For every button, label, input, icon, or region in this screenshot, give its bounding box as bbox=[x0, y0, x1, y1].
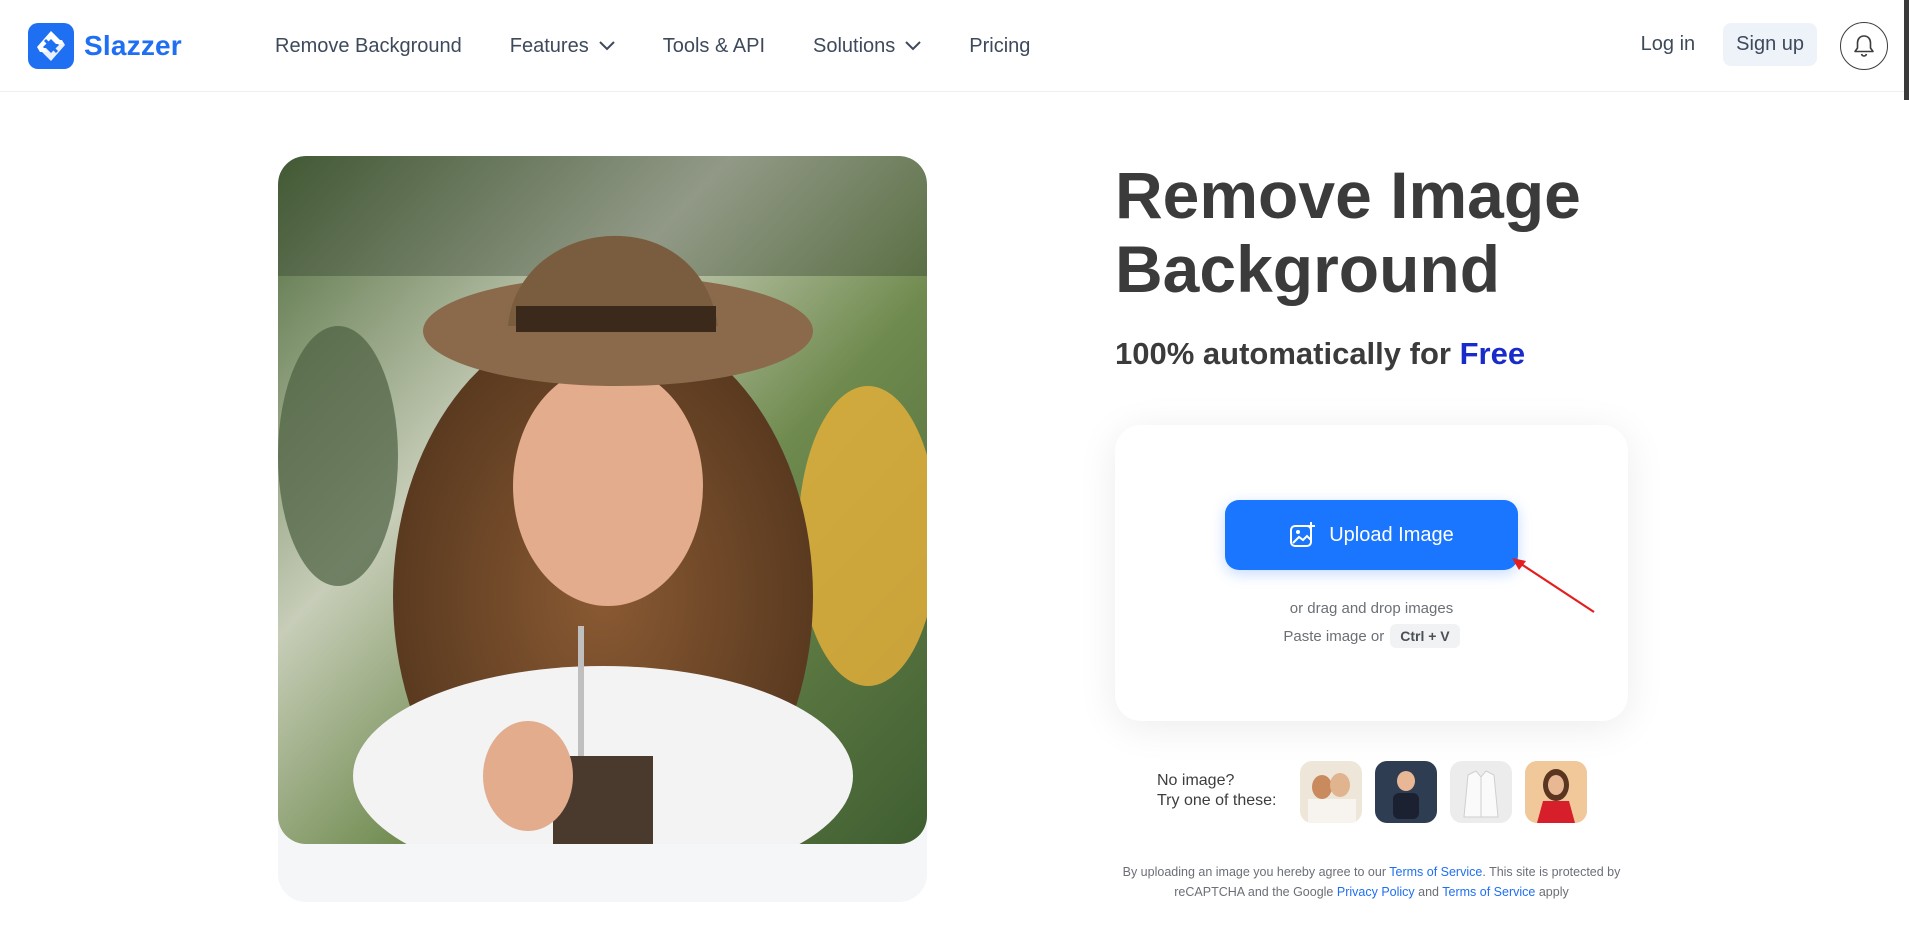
nav-label: Solutions bbox=[813, 34, 896, 57]
terms-notice: By uploading an image you hereby agree t… bbox=[1115, 862, 1628, 902]
page-title: Remove Image Background bbox=[1115, 158, 1581, 306]
sample-prompt-line1: No image? bbox=[1157, 772, 1235, 789]
nav-features[interactable]: Features bbox=[510, 35, 615, 58]
upload-button-label: Upload Image bbox=[1329, 523, 1454, 546]
image-plus-icon bbox=[1289, 521, 1317, 549]
nav-label: Remove Background bbox=[275, 34, 462, 57]
privacy-policy-link[interactable]: Privacy Policy bbox=[1337, 885, 1415, 899]
sample-thumbnail-couple[interactable] bbox=[1300, 761, 1362, 823]
terms-of-service-link-2[interactable]: Terms of Service bbox=[1442, 885, 1535, 899]
sample-prompt-line2: Try one of these: bbox=[1157, 792, 1277, 809]
page-subtitle: 100% automatically for Free bbox=[1115, 336, 1525, 372]
hero-photo bbox=[278, 156, 927, 844]
terms-text: By uploading an image you hereby agree t… bbox=[1122, 865, 1386, 879]
sample-thumbnail-child[interactable] bbox=[1375, 761, 1437, 823]
sample-thumbnail-shirt[interactable] bbox=[1450, 761, 1512, 823]
nav-label: Tools & API bbox=[662, 34, 765, 57]
paste-hint: Paste image or Ctrl + V bbox=[1115, 624, 1628, 648]
bell-icon bbox=[1854, 35, 1874, 57]
brand-name: Slazzer bbox=[84, 30, 182, 61]
main-nav: Remove Background Features Tools & API S… bbox=[275, 30, 1078, 62]
paste-text: Paste image or bbox=[1283, 627, 1385, 645]
subtitle-prefix: 100% automatically for bbox=[1115, 336, 1451, 371]
terms-text: apply bbox=[1538, 885, 1569, 899]
auth-area: Log in Sign up bbox=[1641, 23, 1817, 66]
sample-prompt: No image? Try one of these: bbox=[1157, 771, 1276, 811]
sample-thumbnails bbox=[1300, 761, 1600, 823]
nav-pricing[interactable]: Pricing bbox=[969, 35, 1030, 58]
nav-remove-background[interactable]: Remove Background bbox=[275, 35, 462, 58]
slazzer-logo-icon bbox=[28, 23, 74, 69]
nav-tools-api[interactable]: Tools & API bbox=[663, 35, 765, 58]
hero-image-card bbox=[278, 156, 927, 902]
sample-thumbnail-woman-red[interactable] bbox=[1525, 761, 1587, 823]
terms-of-service-link[interactable]: Terms of Service bbox=[1389, 865, 1482, 879]
nav-label: Features bbox=[509, 34, 589, 57]
nav-solutions[interactable]: Solutions bbox=[813, 35, 921, 58]
chevron-down-icon bbox=[905, 41, 921, 51]
login-link[interactable]: Log in bbox=[1641, 33, 1696, 56]
brand-logo[interactable]: Slazzer bbox=[28, 22, 182, 70]
scrollbar[interactable] bbox=[1904, 0, 1909, 100]
annotation-arrow bbox=[1512, 558, 1595, 613]
subtitle-highlight: Free bbox=[1459, 336, 1526, 371]
upload-image-button[interactable]: Upload Image bbox=[1225, 500, 1518, 570]
terms-text: and bbox=[1418, 885, 1440, 899]
shortcut-key: Ctrl + V bbox=[1390, 624, 1460, 648]
top-header: Slazzer Remove Background Features Tools… bbox=[0, 0, 1909, 92]
notifications-button[interactable] bbox=[1840, 22, 1888, 70]
chevron-down-icon bbox=[599, 41, 615, 51]
nav-label: Pricing bbox=[969, 34, 1031, 57]
signup-button[interactable]: Sign up bbox=[1723, 23, 1817, 66]
